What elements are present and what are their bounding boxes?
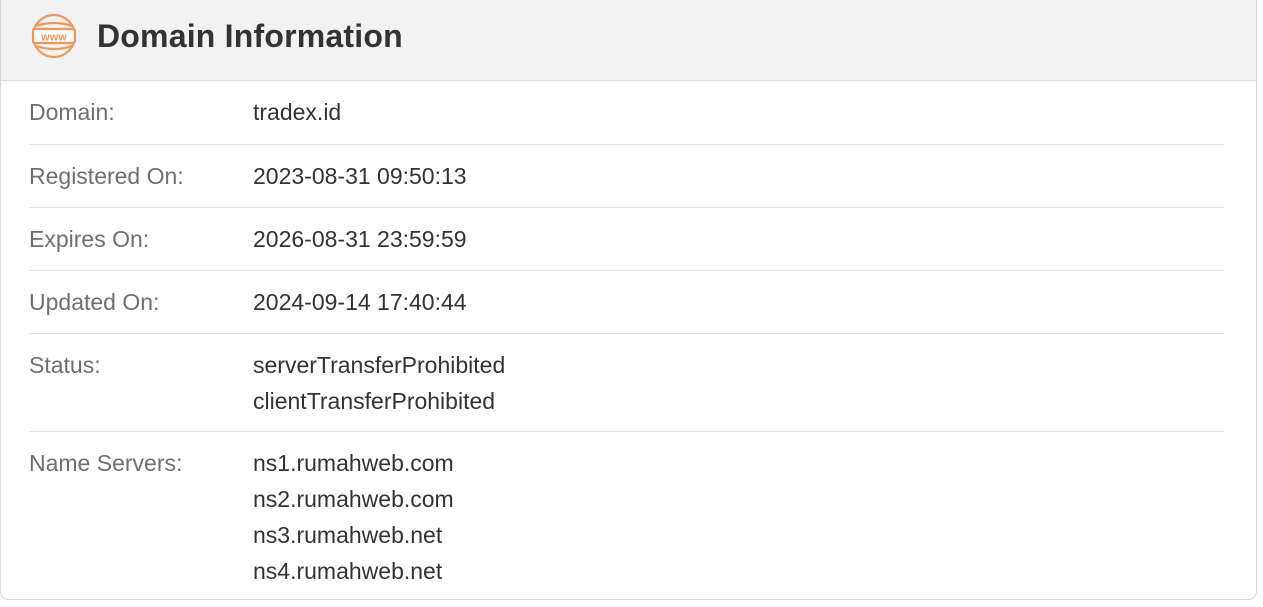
expires-on-value: 2026-08-31 23:59:59	[253, 226, 467, 252]
www-icon-text: www	[40, 32, 67, 44]
expires-on-row: Expires On: 2026-08-31 23:59:59	[29, 208, 1224, 271]
expires-on-label: Expires On:	[29, 226, 150, 252]
status-row: Status: serverTransferProhibited clientT…	[29, 334, 1224, 432]
name-server-value: ns3.rumahweb.net	[253, 522, 443, 548]
domain-row: Domain: tradex.id	[29, 81, 1224, 145]
domain-info-table: Domain: tradex.id Registered On: 2023-08…	[29, 81, 1224, 599]
name-server-value: ns2.rumahweb.com	[253, 486, 454, 512]
name-servers-label: Name Servers:	[29, 450, 183, 476]
name-server-value: ns1.rumahweb.com	[253, 450, 454, 476]
status-values: serverTransferProhibited clientTransferP…	[253, 347, 505, 431]
status-value: serverTransferProhibited	[253, 352, 506, 378]
name-server-value: ns4.rumahweb.net	[253, 558, 443, 584]
name-servers-row: Name Servers: ns1.rumahweb.com ns2.rumah…	[29, 432, 1224, 599]
updated-on-value: 2024-09-14 17:40:44	[253, 289, 467, 315]
domain-value: tradex.id	[253, 99, 342, 125]
name-servers-values: ns1.rumahweb.com ns2.rumahweb.com ns3.ru…	[253, 445, 454, 599]
status-label: Status:	[29, 352, 101, 378]
updated-on-row: Updated On: 2024-09-14 17:40:44	[29, 271, 1224, 334]
registered-on-label: Registered On:	[29, 163, 184, 189]
registered-on-row: Registered On: 2023-08-31 09:50:13	[29, 145, 1224, 208]
card-header: www Domain Information	[1, 0, 1256, 81]
registered-on-value: 2023-08-31 09:50:13	[253, 163, 467, 189]
updated-on-label: Updated On:	[29, 289, 160, 315]
status-value: clientTransferProhibited	[253, 388, 496, 414]
domain-label: Domain:	[29, 99, 115, 125]
www-globe-icon: www	[30, 12, 78, 60]
page-title: Domain Information	[97, 17, 403, 54]
domain-information-card: www Domain Information Domain: tradex.id…	[0, 0, 1257, 600]
